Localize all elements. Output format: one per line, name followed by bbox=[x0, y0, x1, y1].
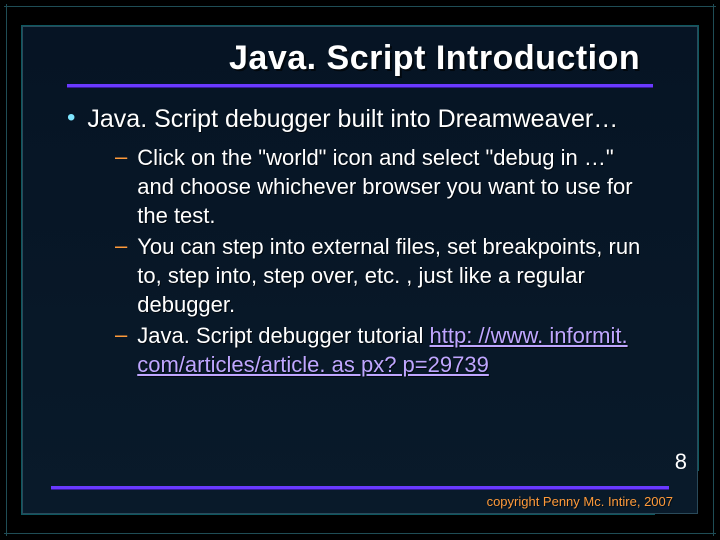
sub-bullet-list: – Click on the "world" icon and select "… bbox=[115, 143, 649, 379]
bullet-level-1: • Java. Script debugger built into Dream… bbox=[71, 103, 649, 135]
bullet-level-2: – Java. Script debugger tutorial http: /… bbox=[115, 321, 649, 379]
frame-edge bbox=[6, 4, 7, 536]
bullet-dash-icon: – bbox=[115, 143, 127, 230]
bullet-dash-icon: – bbox=[115, 232, 127, 319]
sub-bullet-text: Java. Script debugger tutorial http: //w… bbox=[137, 321, 649, 379]
frame-edge bbox=[4, 6, 716, 7]
slide-content: • Java. Script debugger built into Dream… bbox=[23, 87, 697, 379]
slide-container: Java. Script Introduction • Java. Script… bbox=[22, 26, 698, 514]
bottom-underline bbox=[51, 486, 669, 489]
bullet-level-2: – You can step into external files, set … bbox=[115, 232, 649, 319]
sub-bullet-text: Click on the "world" icon and select "de… bbox=[137, 143, 649, 230]
copyright-text: copyright Penny Mc. Intire, 2007 bbox=[487, 494, 673, 509]
frame-edge bbox=[4, 533, 716, 534]
sub-bullet-text: You can step into external files, set br… bbox=[137, 232, 649, 319]
bullet-dash-icon: – bbox=[115, 321, 127, 379]
frame-edge bbox=[713, 4, 714, 536]
bullet-text: Java. Script debugger built into Dreamwe… bbox=[87, 103, 618, 135]
bullet-dot-icon: • bbox=[67, 103, 75, 135]
slide-title: Java. Script Introduction bbox=[23, 39, 697, 78]
sub-bullet-prefix: Java. Script debugger tutorial bbox=[137, 323, 429, 348]
bullet-level-2: – Click on the "world" icon and select "… bbox=[115, 143, 649, 230]
page-number: 8 bbox=[675, 449, 687, 475]
